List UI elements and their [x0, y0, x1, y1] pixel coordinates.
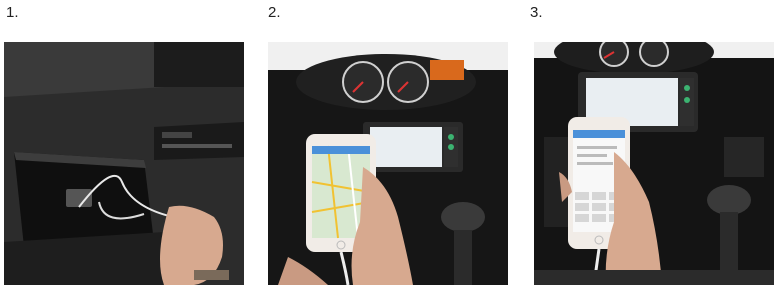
step-2-panel: 2.: [262, 0, 508, 285]
step-3-number: 3.: [530, 4, 543, 21]
step-1-number: 1.: [6, 4, 19, 21]
car-glovebox-usb-cable-photo: [4, 42, 244, 285]
step-2-number: 2.: [268, 4, 281, 21]
iphone-map-app-in-car-photo: [268, 42, 508, 285]
step-1-panel: 1.: [0, 0, 246, 285]
step-3-panel: 3.: [524, 0, 774, 285]
iphone-keypad-app-in-car-photo: [534, 42, 774, 285]
